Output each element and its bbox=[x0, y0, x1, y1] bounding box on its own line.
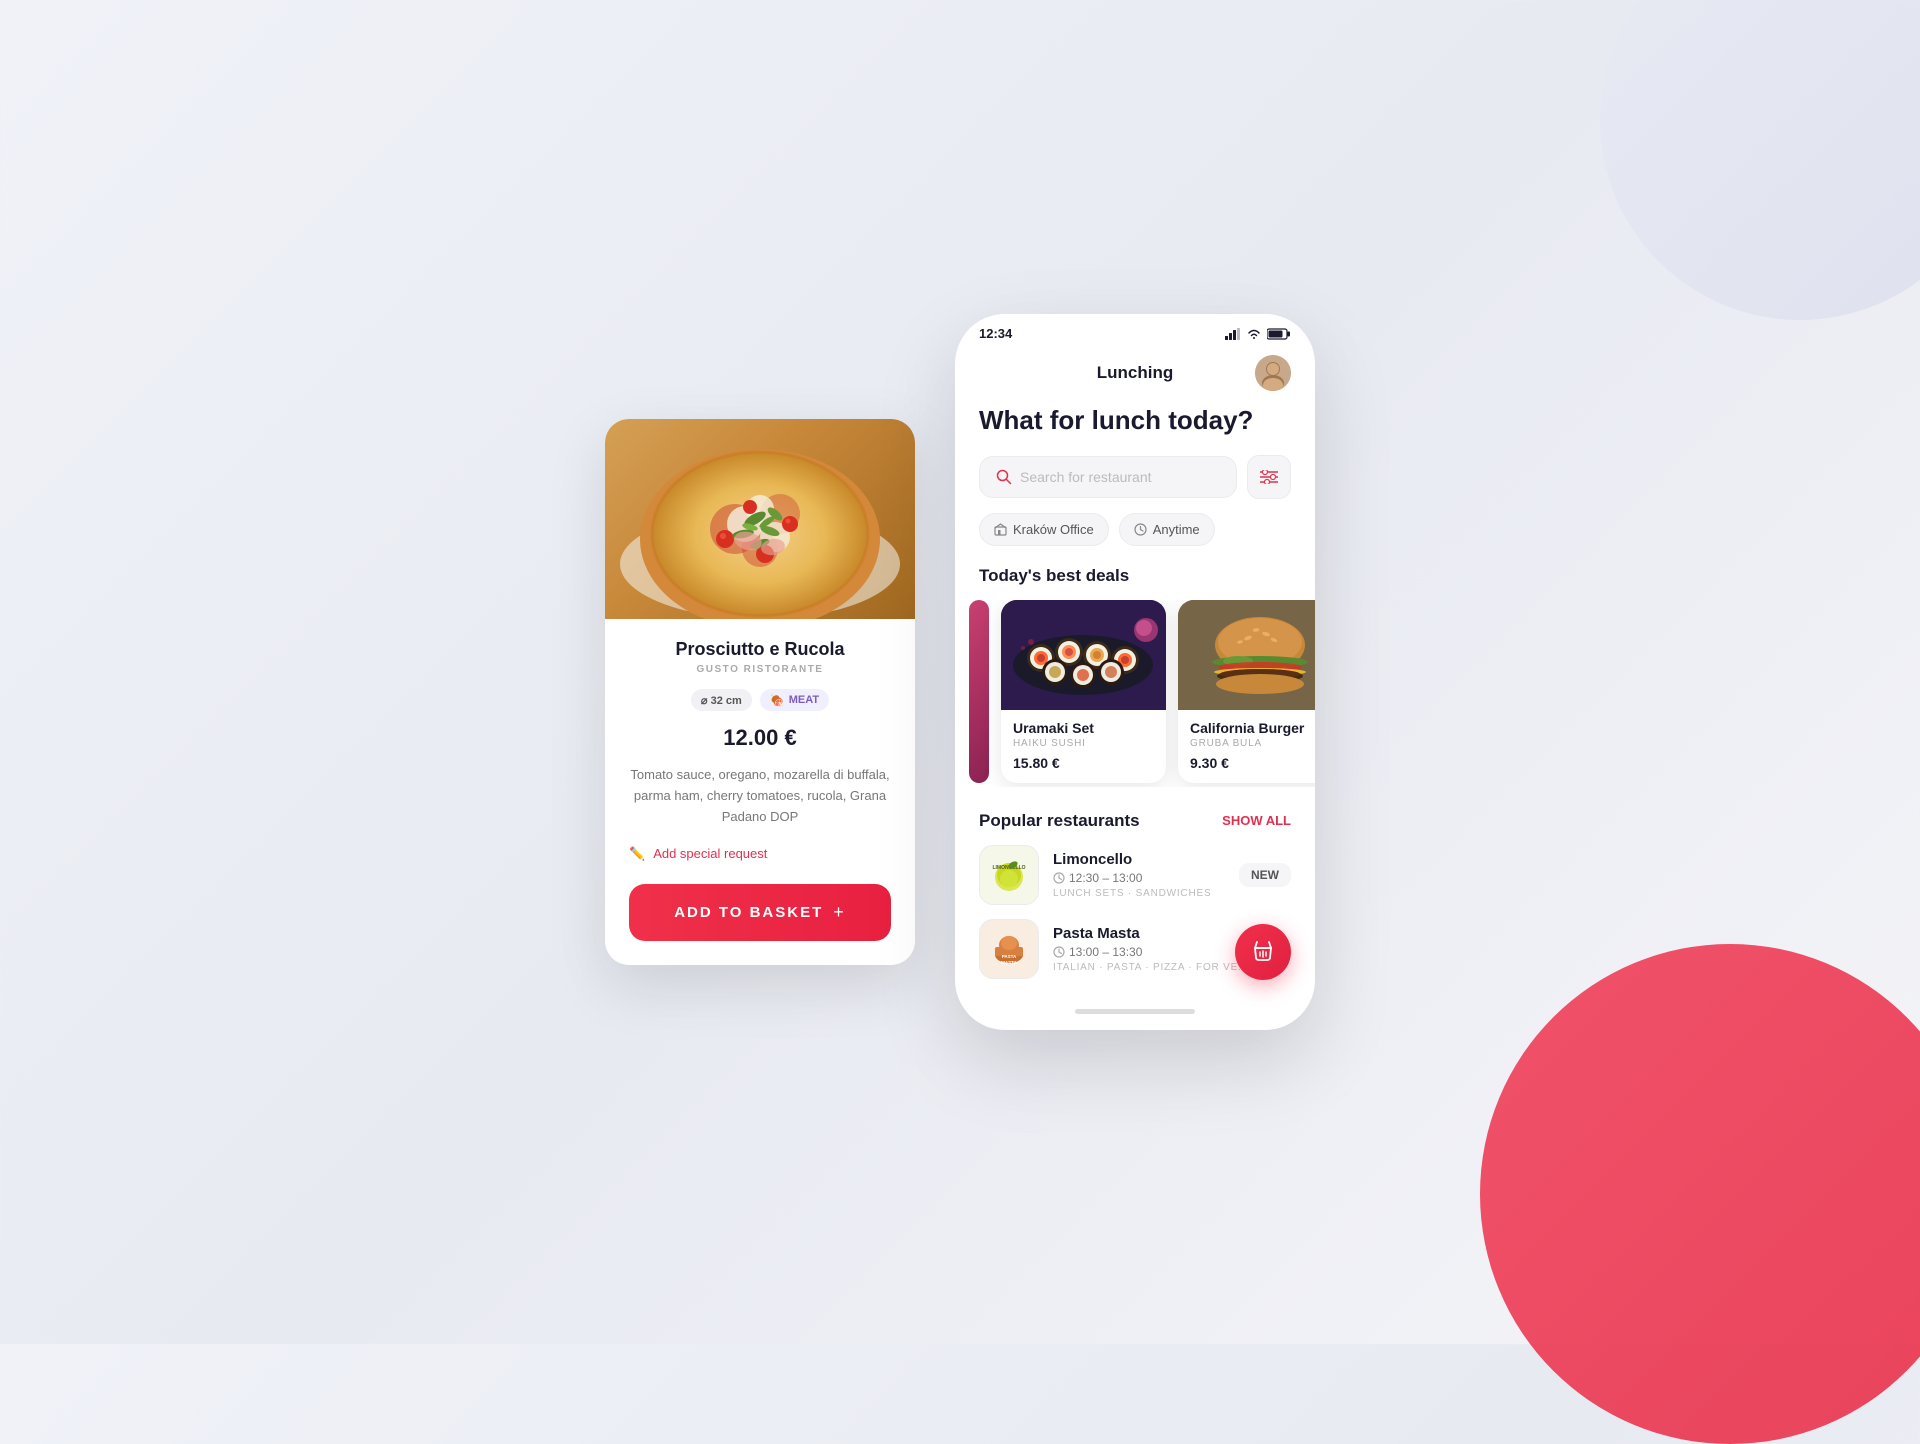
signal-icon bbox=[1225, 328, 1241, 340]
battery-icon bbox=[1267, 328, 1291, 340]
pizza-title: Prosciutto e Rucola bbox=[629, 639, 891, 660]
app-header: Lunching bbox=[955, 349, 1315, 405]
deal-price-0: 15.80 € bbox=[1013, 755, 1154, 771]
restaurants-section-header: Popular restaurants SHOW ALL bbox=[979, 811, 1291, 831]
deal-card-1[interactable]: California Burger GRUBA BULA 9.30 € bbox=[1178, 600, 1315, 783]
restaurant-info-0: Limoncello 12:30 – 13:00 LUNCH SETS · SA… bbox=[1053, 851, 1225, 899]
special-request-button[interactable]: ✏️ Add special request bbox=[629, 846, 891, 862]
special-request-text: Add special request bbox=[653, 846, 767, 861]
restaurant-hours-0: 12:30 – 13:00 bbox=[1069, 871, 1142, 885]
deal-restaurant-1: GRUBA BULA bbox=[1190, 738, 1315, 749]
pizza-restaurant: GUSTO RISTORANTE bbox=[629, 664, 891, 675]
status-icons bbox=[1225, 328, 1291, 340]
category-tag: 🍖 MEAT bbox=[760, 689, 829, 711]
phone-content: What for lunch today? Search for restaur… bbox=[955, 405, 1315, 1008]
basket-icon bbox=[1251, 940, 1275, 964]
pasta-masta-svg: PASTA MASTA bbox=[981, 921, 1037, 977]
add-to-basket-label: ADD TO BASKET bbox=[674, 904, 823, 921]
restaurant-time-0: 12:30 – 13:00 bbox=[1053, 871, 1225, 885]
new-badge-0: NEW bbox=[1239, 863, 1291, 887]
deal-card-body-0: Uramaki Set HAIKU SUSHI 15.80 € bbox=[1001, 710, 1166, 783]
avatar-image bbox=[1255, 355, 1291, 391]
restaurants-title: Popular restaurants bbox=[979, 811, 1140, 831]
basket-fab-button[interactable] bbox=[1235, 924, 1291, 980]
pizza-image bbox=[605, 419, 915, 619]
bg-decoration-bottom bbox=[1480, 944, 1920, 1444]
pizza-svg bbox=[605, 419, 915, 619]
status-bar: 12:34 bbox=[955, 314, 1315, 349]
restaurant-hours-1: 13:00 – 13:30 bbox=[1069, 945, 1142, 959]
size-tag-text: ⌀ 32 cm bbox=[701, 694, 742, 707]
limoncello-svg: LIMONCELLO bbox=[981, 847, 1037, 903]
app-title: Lunching bbox=[1015, 363, 1255, 383]
bg-decoration-top bbox=[1600, 0, 1920, 320]
deal-card-body-1: California Burger GRUBA BULA 9.30 € bbox=[1178, 710, 1315, 783]
search-row: Search for restaurant bbox=[979, 455, 1291, 499]
clock-icon-0 bbox=[1053, 872, 1065, 884]
main-heading: What for lunch today? bbox=[979, 405, 1291, 436]
deal-name-1: California Burger bbox=[1190, 720, 1315, 736]
deal-price-1: 9.30 € bbox=[1190, 755, 1315, 771]
deals-section-header: Today's best deals bbox=[979, 566, 1291, 586]
time-chip[interactable]: Anytime bbox=[1119, 513, 1215, 546]
restaurant-name-0: Limoncello bbox=[1053, 851, 1225, 868]
filter-chips: Kraków Office Anytime bbox=[979, 513, 1291, 546]
pasta-masta-logo: PASTA MASTA bbox=[979, 919, 1039, 979]
deal-card-0[interactable]: Uramaki Set HAIKU SUSHI 15.80 € bbox=[1001, 600, 1166, 783]
search-box[interactable]: Search for restaurant bbox=[979, 456, 1237, 498]
pizza-card-body: Prosciutto e Rucola GUSTO RISTORANTE ⌀ 3… bbox=[605, 619, 915, 964]
deal-image-1 bbox=[1178, 600, 1315, 710]
filter-icon bbox=[1260, 470, 1278, 484]
phone-bottom-bar bbox=[1075, 1009, 1195, 1014]
clock-icon bbox=[1134, 523, 1147, 536]
sushi-svg bbox=[1001, 600, 1166, 710]
meat-icon: 🍖 bbox=[770, 693, 785, 707]
pizza-detail-card: Prosciutto e Rucola GUSTO RISTORANTE ⌀ 3… bbox=[605, 419, 915, 964]
clock-icon-1 bbox=[1053, 946, 1065, 958]
filter-button[interactable] bbox=[1247, 455, 1291, 499]
pizza-description: Tomato sauce, oregano, mozarella di buff… bbox=[629, 765, 891, 827]
search-placeholder: Search for restaurant bbox=[1020, 469, 1152, 485]
location-chip-text: Kraków Office bbox=[1013, 522, 1094, 537]
deal-restaurant-0: HAIKU SUSHI bbox=[1013, 738, 1154, 749]
show-all-link[interactable]: SHOW ALL bbox=[1222, 813, 1291, 828]
svg-text:MASTA: MASTA bbox=[1001, 960, 1017, 965]
svg-text:PASTA: PASTA bbox=[1002, 954, 1017, 959]
phone-frame: 12:34 bbox=[955, 314, 1315, 1029]
user-avatar[interactable] bbox=[1255, 355, 1291, 391]
pencil-icon: ✏️ bbox=[629, 846, 645, 862]
location-chip[interactable]: Kraków Office bbox=[979, 513, 1109, 546]
deal-name-0: Uramaki Set bbox=[1013, 720, 1154, 736]
deals-scroll: Uramaki Set HAIKU SUSHI 15.80 € bbox=[955, 600, 1315, 787]
status-time: 12:34 bbox=[979, 326, 1012, 341]
category-tag-text: MEAT bbox=[789, 694, 819, 706]
wifi-icon bbox=[1246, 328, 1262, 340]
pizza-tags: ⌀ 32 cm 🍖 MEAT bbox=[629, 689, 891, 711]
limoncello-logo: LIMONCELLO bbox=[979, 845, 1039, 905]
deal-card-partial bbox=[969, 600, 989, 783]
deal-image-0 bbox=[1001, 600, 1166, 710]
burger-svg bbox=[1178, 600, 1315, 710]
search-icon bbox=[996, 469, 1012, 485]
time-chip-text: Anytime bbox=[1153, 522, 1200, 537]
scene-container: Prosciutto e Rucola GUSTO RISTORANTE ⌀ 3… bbox=[605, 314, 1315, 1029]
restaurant-cats-0: LUNCH SETS · SANDWICHES bbox=[1053, 888, 1225, 899]
plus-icon: + bbox=[833, 902, 846, 923]
deals-title: Today's best deals bbox=[979, 566, 1129, 586]
building-icon bbox=[994, 523, 1007, 536]
add-to-basket-button[interactable]: ADD TO BASKET + bbox=[629, 884, 891, 941]
size-tag: ⌀ 32 cm bbox=[691, 689, 752, 711]
restaurant-item-0[interactable]: LIMONCELLO Limoncello bbox=[979, 845, 1291, 905]
pizza-price: 12.00 € bbox=[629, 725, 891, 751]
